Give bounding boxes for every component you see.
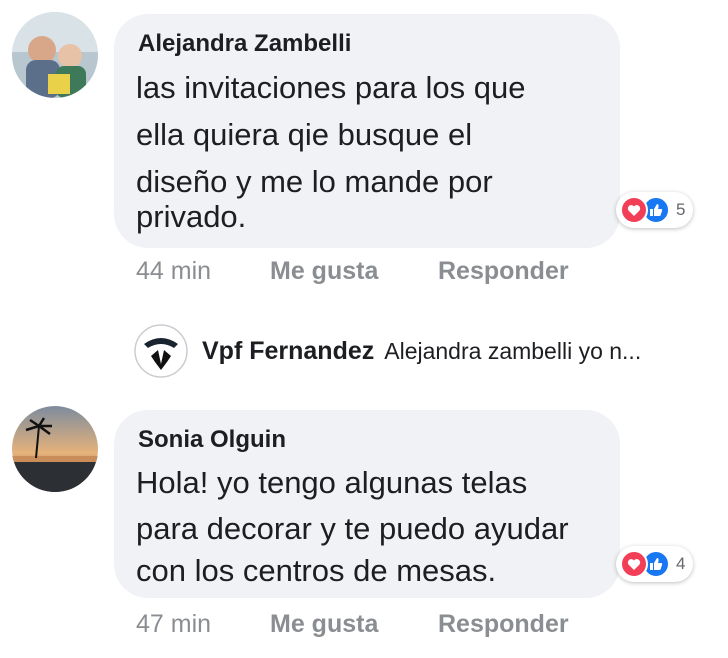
reaction-count: 5 <box>676 200 686 219</box>
comment-author[interactable]: Alejandra Zambelli <box>138 30 351 58</box>
comment-text-line: con los centros de mesas. <box>136 553 497 588</box>
comment-text-line: privado. <box>136 199 247 234</box>
reply-author[interactable]: Vpf Fernandez <box>202 337 374 366</box>
comment-timestamp[interactable]: 47 min <box>136 610 211 639</box>
reaction-summary[interactable]: 5 <box>616 192 694 228</box>
like-button[interactable]: Me gusta <box>270 257 378 286</box>
comment-text-line: para decorar y te puedo ayudar <box>136 511 569 546</box>
love-icon <box>620 550 648 578</box>
reply-snippet: Alejandra zambelli yo n... <box>384 338 642 364</box>
comment-author[interactable]: Sonia Olguin <box>138 426 286 454</box>
reply-button[interactable]: Responder <box>438 610 569 639</box>
reply-preview[interactable]: Vpf Fernandez Alejandra zambelli yo n... <box>202 337 641 366</box>
reaction-summary[interactable]: 4 <box>616 546 694 582</box>
comment-text-line: Hola! yo tengo algunas telas <box>136 465 528 500</box>
avatar[interactable] <box>12 406 98 492</box>
comment-timestamp[interactable]: 44 min <box>136 257 211 286</box>
love-icon <box>620 196 648 224</box>
reply-button[interactable]: Responder <box>438 257 569 286</box>
comment-text-line: las invitaciones para los que <box>136 70 526 105</box>
comment-text-line: ella quiera qie busque el <box>136 117 473 152</box>
reaction-count: 4 <box>676 554 686 573</box>
like-button[interactable]: Me gusta <box>270 610 378 639</box>
avatar[interactable] <box>12 12 98 98</box>
reply-avatar[interactable] <box>134 324 188 378</box>
